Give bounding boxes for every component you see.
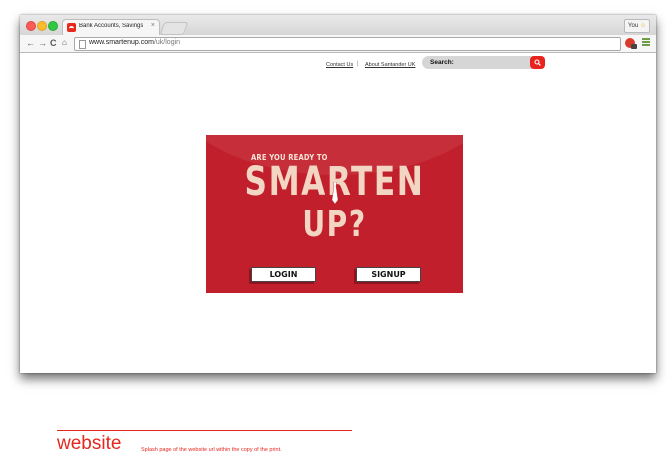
browser-tab[interactable]: Bank Accounts, Savings, L × — [62, 19, 160, 36]
extension-badge-icon — [631, 44, 637, 49]
home-icon[interactable]: ⌂ — [62, 37, 67, 49]
url-path: /uk/login — [153, 39, 181, 46]
url-host: www.smartenup.com — [89, 39, 154, 46]
title-bar: Bank Accounts, Savings, L × You ☺ — [20, 15, 656, 36]
splash-headline-up: UP? — [302, 204, 367, 245]
address-bar[interactable]: www.smartenup.com/uk/login — [74, 37, 621, 51]
tab-close-icon[interactable]: × — [151, 22, 155, 29]
caption-description: Splash page of the website url within th… — [141, 447, 282, 453]
profile-icon: ☺ — [639, 23, 646, 29]
signup-button[interactable]: SIGNUP — [356, 267, 421, 282]
search-field[interactable]: Search: — [422, 56, 544, 69]
back-icon[interactable]: ← — [26, 37, 35, 49]
login-button[interactable]: LOGIN — [251, 267, 316, 282]
tab-title: Bank Accounts, Savings, L — [79, 23, 143, 29]
caption-rule — [57, 430, 352, 431]
page-icon — [79, 40, 86, 49]
reload-icon[interactable]: C — [50, 37, 57, 49]
search-icon — [534, 59, 541, 66]
new-tab-button[interactable] — [159, 22, 189, 35]
profile-label: You — [628, 23, 639, 29]
profile-button[interactable]: You ☺ — [624, 19, 650, 33]
splash-panel: ARE YOU READY TO SMARTEN UP? LOGIN SIGNU… — [206, 135, 463, 293]
minimize-window-button[interactable] — [37, 21, 47, 31]
zoom-window-button[interactable] — [48, 21, 58, 31]
close-window-button[interactable] — [26, 21, 36, 31]
about-santander-link[interactable]: About Santander UK — [365, 62, 415, 68]
santander-favicon-icon — [67, 23, 76, 32]
forward-icon[interactable]: → — [38, 37, 47, 49]
contact-us-link[interactable]: Contact Us — [326, 62, 353, 68]
search-label: Search: — [430, 59, 454, 66]
url-text: www.smartenup.com/uk/login — [89, 39, 180, 46]
browser-toolbar: ← → C ⌂ www.smartenup.com/uk/login — [20, 35, 656, 53]
link-separator: | — [357, 61, 359, 67]
tie-icon — [331, 182, 339, 204]
search-button[interactable] — [530, 56, 545, 69]
browser-window: Bank Accounts, Savings, L × You ☺ ← → C … — [20, 15, 656, 373]
caption-title: website — [57, 433, 122, 454]
web-page: Contact Us | About Santander UK Search: … — [20, 53, 656, 373]
menu-icon[interactable] — [642, 38, 650, 46]
